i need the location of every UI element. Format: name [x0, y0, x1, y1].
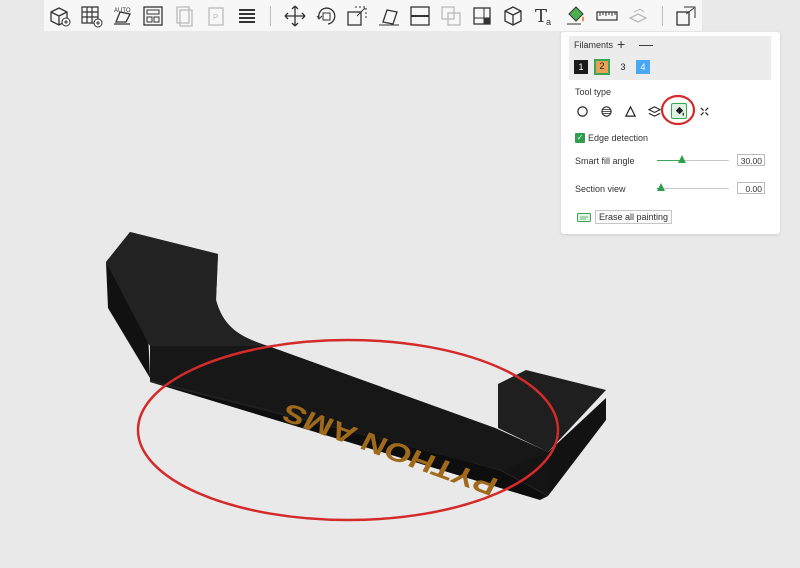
filament-chip-1[interactable]: 1: [574, 60, 588, 74]
smart-fill-angle-input[interactable]: 30.00: [737, 154, 765, 166]
edge-detection-row: ✓ Edge detection: [575, 133, 648, 143]
scale-icon[interactable]: [344, 2, 371, 30]
paint-settings-panel: Filaments + — 1 2 3 4 Tool type ✓ Edge d…: [561, 32, 780, 234]
eraser-icon: [577, 212, 591, 222]
cube-tool-icon[interactable]: [500, 2, 527, 30]
arrange-icon[interactable]: [140, 2, 167, 30]
paint-bucket-icon[interactable]: [562, 2, 589, 30]
paste-icon[interactable]: P: [202, 2, 229, 30]
smart-fill-angle-label: Smart fill angle: [575, 156, 635, 166]
edge-detection-checkbox[interactable]: ✓: [575, 133, 585, 143]
seam-icon[interactable]: [469, 2, 496, 30]
section-view-slider[interactable]: [656, 183, 729, 191]
cut-icon[interactable]: [406, 2, 433, 30]
filament-chips: 1 2 3 4: [574, 59, 650, 75]
circle-tool-icon[interactable]: [575, 104, 589, 118]
filament-chip-3[interactable]: 3: [616, 60, 630, 74]
edge-detection-label: Edge detection: [588, 133, 649, 143]
add-filament-button[interactable]: +: [617, 36, 625, 52]
remove-filament-button[interactable]: —: [639, 36, 653, 52]
section-view-label: Section view: [575, 184, 626, 194]
grid-add-icon[interactable]: [77, 2, 104, 30]
filament-chip-4[interactable]: 4: [636, 60, 650, 74]
erase-row: Erase all painting: [577, 210, 673, 224]
filaments-label: Filaments: [574, 40, 614, 50]
svg-text:AUTO: AUTO: [114, 8, 131, 14]
filament-chip-2[interactable]: 2: [594, 59, 610, 75]
layers-list-icon[interactable]: [233, 2, 260, 30]
auto-orient-icon[interactable]: AUTO: [108, 2, 135, 30]
sphere-tool-icon[interactable]: [599, 104, 613, 118]
copy-icon[interactable]: [171, 2, 198, 30]
rotate-icon[interactable]: [313, 2, 340, 30]
toolbar-separator: [270, 5, 272, 26]
view-icon[interactable]: [673, 2, 700, 30]
section-view-thumb[interactable]: [656, 183, 665, 191]
boolean-icon[interactable]: [437, 2, 464, 30]
erase-all-painting-button[interactable]: Erase all painting: [595, 210, 673, 224]
section-view-input[interactable]: 0.00: [737, 182, 765, 194]
measure-icon[interactable]: [593, 2, 620, 30]
triangle-tool-icon[interactable]: [623, 104, 637, 118]
lay-on-face-icon[interactable]: [375, 2, 402, 30]
filaments-section: Filaments + — 1 2 3 4: [569, 36, 771, 80]
tool-type-label: Tool type: [575, 87, 612, 97]
top-toolbar: AUTO P Ta: [44, 0, 702, 31]
text-tool-icon[interactable]: Ta: [531, 2, 558, 30]
assembly-icon[interactable]: [625, 2, 652, 30]
svg-text:a: a: [546, 17, 551, 27]
smart-fill-angle-thumb[interactable]: [678, 155, 687, 163]
smart-fill-angle-slider[interactable]: [657, 155, 729, 163]
add-cube-icon[interactable]: [46, 2, 73, 30]
move-icon[interactable]: [281, 2, 308, 30]
annotation-circle-fill-tool: [660, 94, 696, 126]
toolbar-separator: [661, 5, 663, 26]
model-handle[interactable]: PYTHON AMS: [106, 232, 606, 501]
svg-text:P: P: [213, 13, 218, 22]
gap-fill-icon[interactable]: [697, 104, 711, 118]
